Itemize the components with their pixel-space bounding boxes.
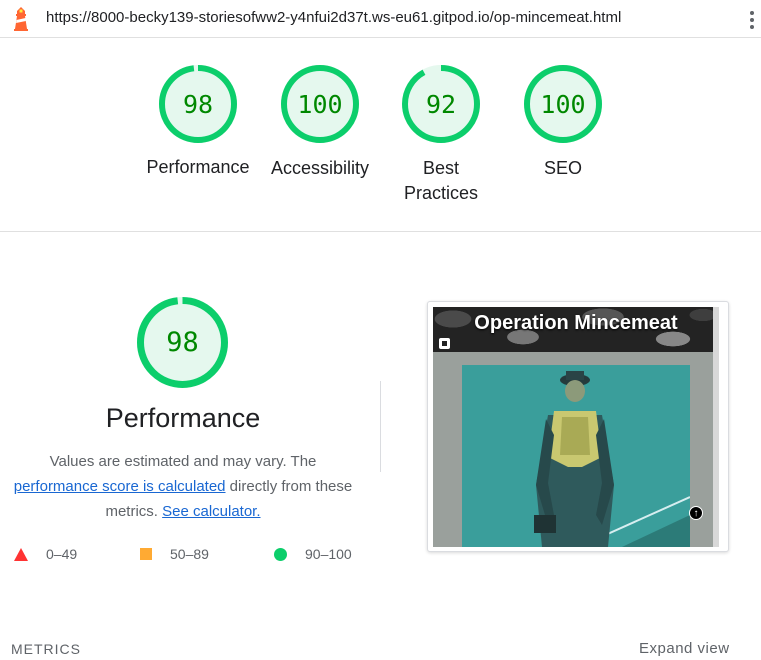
- performance-score: 98: [166, 327, 199, 358]
- section-divider: [0, 231, 761, 232]
- legend-pass-range: 90–100: [305, 546, 352, 562]
- legend-fail: 0–49: [14, 546, 77, 562]
- performance-gauge-large[interactable]: 98: [136, 296, 229, 389]
- vertical-divider: [380, 381, 381, 472]
- gauge-score: 100: [297, 89, 343, 119]
- screenshot-scrollbar: [713, 307, 719, 547]
- kebab-menu-icon[interactable]: [748, 9, 756, 31]
- soldier-photo-image: [462, 365, 690, 547]
- performance-description: Values are estimated and may vary. The p…: [0, 449, 366, 524]
- average-square-icon: [140, 548, 152, 560]
- summary-gauge-performance[interactable]: 98 Performance: [138, 62, 258, 180]
- gauge-label: Best Practices: [403, 158, 479, 203]
- see-calculator-link[interactable]: See calculator.: [162, 503, 260, 520]
- screenshot-content: Operation Mincemeat ↑: [433, 307, 719, 547]
- summary-gauge-accessibility[interactable]: 100 Accessibility: [260, 62, 380, 181]
- legend-average: 50–89: [140, 546, 209, 562]
- url-bar: https://8000-becky139-storiesofww2-y4nfu…: [0, 0, 761, 38]
- performance-title: Performance: [105, 403, 261, 433]
- gauge-label: Performance: [146, 157, 250, 177]
- gauge-score: 92: [425, 89, 457, 119]
- fail-triangle-icon: [14, 547, 28, 561]
- gauge-label: SEO: [543, 158, 582, 178]
- gauge-score: 100: [540, 89, 586, 119]
- expand-view-button[interactable]: Expand view: [639, 640, 730, 657]
- pass-circle-icon: [274, 547, 287, 561]
- metrics-heading: METRICS: [11, 641, 81, 657]
- performance-score-link[interactable]: performance score is calculated: [14, 478, 226, 495]
- page-url: https://8000-becky139-storiesofww2-y4nfu…: [46, 9, 622, 26]
- gauge-ring: 100: [278, 62, 362, 146]
- back-to-top-icon: ↑: [689, 506, 703, 520]
- screenshot-photo: [462, 365, 690, 547]
- gauge-score: 98: [182, 89, 214, 119]
- screenshot-camo-header: Operation Mincemeat: [433, 307, 719, 352]
- gauge-ring: 100: [521, 62, 605, 146]
- screenshot-title: Operation Mincemeat: [474, 312, 678, 334]
- legend-average-range: 50–89: [170, 546, 209, 562]
- screenshot-menu-icon: [439, 338, 450, 349]
- desc-text-1: Values are estimated and may vary. The: [49, 453, 317, 470]
- legend-fail-range: 0–49: [46, 546, 78, 562]
- gauge-ring: 98: [156, 62, 240, 146]
- legend-pass: 90–100: [274, 546, 352, 562]
- summary-gauge-seo[interactable]: 100 SEO: [503, 62, 623, 181]
- summary-gauge-best-practices[interactable]: 92 Best Practices: [381, 62, 501, 206]
- gauge-ring: 92: [399, 62, 483, 146]
- lighthouse-logo-icon: [14, 7, 28, 31]
- gauge-label: Accessibility: [270, 158, 370, 178]
- final-screenshot[interactable]: Operation Mincemeat ↑: [427, 301, 729, 552]
